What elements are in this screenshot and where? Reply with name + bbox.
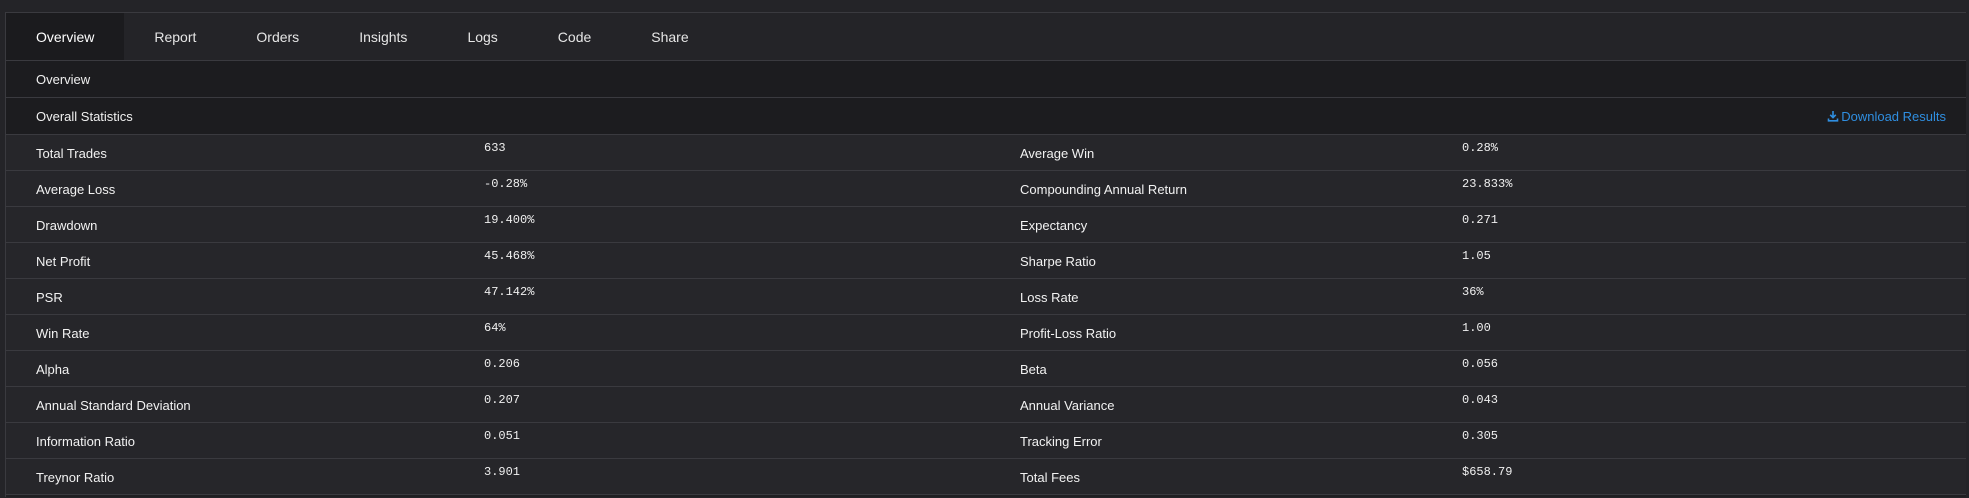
- stat-value: 3.901: [484, 465, 521, 479]
- tab-share[interactable]: Share: [621, 13, 718, 60]
- statistics-column-left: Total Trades 633 Average Loss -0.28% Drawd…: [6, 135, 984, 495]
- tab-insights[interactable]: Insights: [329, 13, 437, 60]
- stat-row-treynor-ratio: Treynor Ratio 3.901: [6, 459, 984, 495]
- stat-value: 64%: [484, 321, 506, 335]
- stat-value: 0.051: [484, 429, 521, 443]
- stat-row-annual-variance: Annual Variance 0.043: [984, 387, 1966, 423]
- stat-value: 1.00: [1462, 321, 1491, 335]
- stat-row-win-rate: Win Rate 64%: [6, 315, 984, 351]
- stat-row-annual-standard-deviation: Annual Standard Deviation 0.207: [6, 387, 984, 423]
- stat-value: 47.142%: [484, 285, 535, 299]
- stat-value: 0.28%: [1462, 141, 1499, 155]
- statistics-title: Overall Statistics: [36, 108, 133, 124]
- stat-value: 23.833%: [1462, 177, 1513, 191]
- tab-code[interactable]: Code: [528, 13, 621, 60]
- stat-value: -0.28%: [484, 177, 528, 191]
- stat-label: Compounding Annual Return: [1020, 182, 1187, 197]
- stat-label: Drawdown: [36, 218, 98, 233]
- stat-value: $658.79: [1462, 465, 1513, 479]
- stat-row-average-loss: Average Loss -0.28%: [6, 171, 984, 207]
- stat-value: 0.305: [1462, 429, 1499, 443]
- stat-label: Average Win: [1020, 146, 1095, 161]
- stat-value: 19.400%: [484, 213, 535, 227]
- stat-value: 633: [484, 141, 506, 155]
- stat-row-drawdown: Drawdown 19.400%: [6, 207, 984, 243]
- statistics-column-right: Average Win 0.28% Compounding Annual Retu…: [984, 135, 1966, 495]
- download-results-link[interactable]: Download Results: [1827, 109, 1946, 124]
- stat-label: PSR: [36, 290, 63, 305]
- stat-value: 0.271: [1462, 213, 1499, 227]
- stat-value: 0.043: [1462, 393, 1499, 407]
- results-panel: Overview Report Orders Insights Logs Cod…: [5, 12, 1966, 497]
- stat-row-loss-rate: Loss Rate 36%: [984, 279, 1966, 315]
- stat-row-total-trades: Total Trades 633: [6, 135, 984, 171]
- stat-label: Annual Standard Deviation: [36, 398, 191, 413]
- stat-row-information-ratio: Information Ratio 0.051: [6, 423, 984, 459]
- stat-row-profit-loss-ratio: Profit-Loss Ratio 1.00: [984, 315, 1966, 351]
- stat-row-alpha: Alpha 0.206: [6, 351, 984, 387]
- stat-row-sharpe-ratio: Sharpe Ratio 1.05: [984, 243, 1966, 279]
- stat-row-beta: Beta 0.056: [984, 351, 1966, 387]
- stat-label: Annual Variance: [1020, 398, 1115, 413]
- stat-row-net-profit: Net Profit 45.468%: [6, 243, 984, 279]
- download-icon: [1827, 111, 1839, 122]
- stat-row-average-win: Average Win 0.28%: [984, 135, 1966, 171]
- tab-orders[interactable]: Orders: [226, 13, 329, 60]
- stat-value: 36%: [1462, 285, 1484, 299]
- stat-value: 0.206: [484, 357, 521, 371]
- stat-label: Treynor Ratio: [36, 470, 115, 485]
- statistics-table: Total Trades 633 Average Loss -0.28% Drawd…: [6, 135, 1966, 495]
- stat-row-psr: PSR 47.142%: [6, 279, 984, 315]
- stat-label: Total Trades: [36, 146, 107, 161]
- stat-value: 0.056: [1462, 357, 1499, 371]
- stat-row-expectancy: Expectancy 0.271: [984, 207, 1966, 243]
- stat-label: Profit-Loss Ratio: [1020, 326, 1117, 341]
- stat-label: Expectancy: [1020, 218, 1088, 233]
- stat-label: Alpha: [36, 362, 70, 377]
- stat-label: Beta: [1020, 362, 1047, 377]
- tab-bar: Overview Report Orders Insights Logs Cod…: [6, 13, 1966, 61]
- stat-label: Sharpe Ratio: [1020, 254, 1096, 269]
- stat-label: Loss Rate: [1020, 290, 1079, 305]
- overview-section-header: Overview: [6, 61, 1966, 98]
- stat-row-tracking-error: Tracking Error 0.305: [984, 423, 1966, 459]
- stat-label: Average Loss: [36, 182, 116, 197]
- stat-row-compounding-annual-return: Compounding Annual Return 23.833%: [984, 171, 1966, 207]
- stat-value: 45.468%: [484, 249, 535, 263]
- tab-report[interactable]: Report: [124, 13, 226, 60]
- statistics-header: Overall Statistics Download Results: [6, 98, 1966, 135]
- stat-label: Win Rate: [36, 326, 90, 341]
- tab-logs[interactable]: Logs: [437, 13, 527, 60]
- stat-label: Net Profit: [36, 254, 91, 269]
- stat-value: 0.207: [484, 393, 521, 407]
- download-results-label: Download Results: [1841, 108, 1946, 124]
- stat-label: Tracking Error: [1020, 434, 1102, 449]
- overview-section-title: Overview: [36, 71, 91, 87]
- stat-value: 1.05: [1462, 249, 1491, 263]
- tab-overview[interactable]: Overview: [6, 13, 125, 60]
- stat-row-total-fees: Total Fees $658.79: [984, 459, 1966, 495]
- stat-label: Information Ratio: [36, 434, 135, 449]
- stat-label: Total Fees: [1020, 470, 1080, 485]
